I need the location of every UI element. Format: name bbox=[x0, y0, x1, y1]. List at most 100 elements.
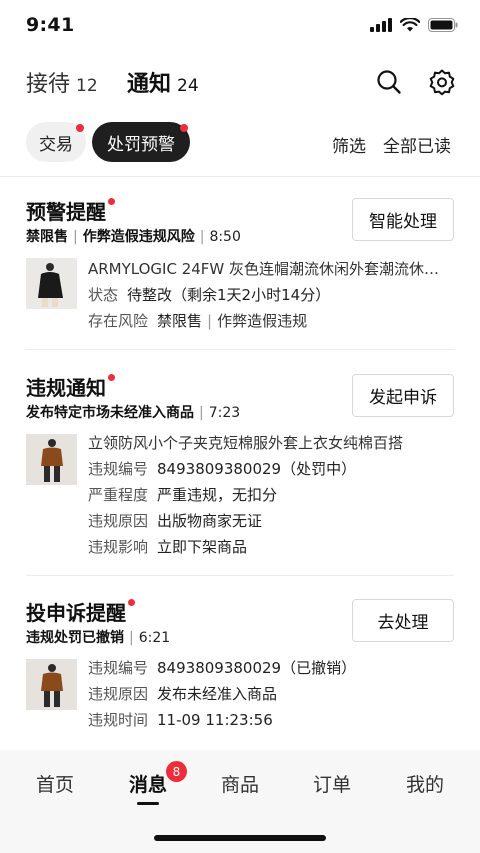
divider bbox=[26, 349, 454, 350]
wifi-icon bbox=[400, 18, 420, 32]
detail-row: 违规时间 11-09 11:23:56 bbox=[88, 709, 273, 730]
chip-label: 交易 bbox=[39, 134, 73, 155]
detail-row: 违规影响 立即下架商品 bbox=[88, 536, 247, 557]
status-row: 状态 待整改（剩余1天2小时14分） bbox=[88, 284, 330, 305]
risk-row: 存在风险 禁限售 | 作弊造假违规 bbox=[88, 310, 307, 331]
card-title-text: 预警提醒 bbox=[26, 200, 106, 224]
separator: | bbox=[207, 312, 213, 330]
separator: | bbox=[199, 229, 205, 245]
search-icon[interactable] bbox=[375, 68, 403, 96]
detail-row: 违规编号 8493809380029（处罚中） bbox=[88, 458, 356, 479]
unread-dot bbox=[76, 124, 84, 132]
status-bar: 9:41 bbox=[0, 0, 480, 52]
unread-dot bbox=[108, 198, 115, 205]
nav-profile[interactable]: 我的 bbox=[395, 770, 455, 797]
risk-label: 存在风险 bbox=[88, 312, 149, 330]
header: 接待 12 通知 24 bbox=[0, 60, 480, 106]
risk-tag: 作弊造假违规 bbox=[217, 312, 308, 330]
detail-row: 违规编号 8493809380029（已撤销） bbox=[88, 657, 356, 678]
unread-dot bbox=[128, 599, 135, 606]
row-value: 8493809380029（已撤销） bbox=[157, 659, 357, 677]
notification-card-appeal: 投申诉提醒 违规处罚已撤销 | 6:21 去处理 违规编号 8493809380029… bbox=[0, 597, 480, 747]
card-title-text: 违规通知 bbox=[26, 376, 106, 400]
row-key: 状态 bbox=[88, 286, 119, 304]
card-title: 违规通知 bbox=[26, 372, 115, 401]
home-indicator[interactable] bbox=[154, 835, 326, 841]
product-image bbox=[26, 659, 77, 710]
card-reason: 发布特定市场未经准入商品 bbox=[26, 405, 194, 421]
row-key: 违规编号 bbox=[88, 460, 149, 478]
card-time: 7:23 bbox=[208, 405, 241, 421]
row-value: 严重违规，无扣分 bbox=[157, 486, 278, 504]
row-value: 待整改（剩余1天2小时14分） bbox=[127, 286, 331, 304]
tab-label: 接待 bbox=[26, 72, 71, 97]
tab-reception[interactable]: 接待 12 bbox=[26, 66, 98, 98]
mark-all-read-button[interactable]: 全部已读 bbox=[383, 132, 451, 157]
separator: | bbox=[73, 229, 78, 245]
product-name[interactable]: 立领防风小个子夹克短棉服外套上衣女纯棉百搭 bbox=[88, 432, 450, 453]
product-image bbox=[26, 434, 77, 485]
card-title: 投申诉提醒 bbox=[26, 597, 135, 626]
card-tag: 禁限售 bbox=[26, 229, 68, 245]
handle-button[interactable]: 去处理 bbox=[352, 599, 454, 642]
status-time: 9:41 bbox=[26, 14, 75, 36]
risk-tag: 禁限售 bbox=[157, 312, 203, 330]
unread-dot bbox=[108, 374, 115, 381]
signal-icon bbox=[370, 18, 392, 32]
card-reason: 作弊造假违规风险 bbox=[82, 229, 195, 245]
card-time: 8:50 bbox=[209, 229, 241, 245]
row-value: 8493809380029（处罚中） bbox=[157, 460, 357, 478]
tab-notifications[interactable]: 通知 24 bbox=[127, 66, 199, 98]
product-thumbnail[interactable] bbox=[26, 659, 77, 710]
message-badge: 8 bbox=[166, 761, 187, 782]
nav-home[interactable]: 首页 bbox=[25, 770, 85, 797]
detail-row: 严重程度 严重违规，无扣分 bbox=[88, 484, 277, 505]
card-subtitle: 发布特定市场未经准入商品 | 7:23 bbox=[26, 402, 240, 422]
product-thumbnail[interactable] bbox=[26, 434, 77, 485]
separator: | bbox=[199, 405, 204, 421]
smart-handle-button[interactable]: 智能处理 bbox=[352, 198, 454, 241]
filter-row: 交易 处罚预警 筛选 全部已读 bbox=[0, 118, 480, 166]
card-title-text: 投申诉提醒 bbox=[26, 601, 126, 625]
nav-products[interactable]: 商品 bbox=[210, 770, 270, 797]
separator: | bbox=[129, 630, 134, 646]
detail-row: 违规原因 发布未经准入商品 bbox=[88, 683, 277, 704]
row-key: 严重程度 bbox=[88, 486, 149, 504]
row-value: 出版物商家无证 bbox=[157, 512, 263, 530]
card-subtitle: 禁限售 | 作弊造假违规风险 | 8:50 bbox=[26, 226, 241, 246]
notification-card-warning: 预警提醒 禁限售 | 作弊造假违规风险 | 8:50 智能处理 ARMYLOGIC 24… bbox=[0, 196, 480, 336]
row-key: 违规编号 bbox=[88, 659, 149, 677]
battery-icon bbox=[428, 18, 458, 32]
chip-trade[interactable]: 交易 bbox=[26, 122, 86, 162]
product-image bbox=[26, 258, 77, 309]
row-key: 违规原因 bbox=[88, 685, 149, 703]
card-reason: 违规处罚已撤销 bbox=[26, 630, 124, 646]
tab-label: 通知 bbox=[127, 72, 172, 97]
card-time: 6:21 bbox=[138, 630, 171, 646]
row-key: 违规时间 bbox=[88, 711, 149, 729]
unread-dot bbox=[180, 124, 188, 132]
gear-icon[interactable] bbox=[428, 68, 456, 96]
product-thumbnail[interactable] bbox=[26, 258, 77, 309]
card-title: 预警提醒 bbox=[26, 196, 115, 225]
detail-row: 违规原因 出版物商家无证 bbox=[88, 510, 262, 531]
nav-orders[interactable]: 订单 bbox=[302, 770, 362, 797]
row-value: 发布未经准入商品 bbox=[157, 685, 278, 703]
row-value: 11-09 11:23:56 bbox=[157, 711, 273, 729]
row-key: 违规原因 bbox=[88, 512, 149, 530]
card-subtitle: 违规处罚已撤销 | 6:21 bbox=[26, 627, 170, 647]
tab-count: 24 bbox=[177, 76, 199, 96]
chip-label: 处罚预警 bbox=[107, 134, 175, 155]
divider bbox=[0, 176, 480, 177]
row-key: 违规影响 bbox=[88, 538, 149, 556]
chip-penalty-warning[interactable]: 处罚预警 bbox=[92, 122, 190, 162]
notification-card-violation: 违规通知 发布特定市场未经准入商品 | 7:23 发起申诉 立领防风小个子夹克短棉服… bbox=[0, 372, 480, 562]
row-value: 立即下架商品 bbox=[157, 538, 248, 556]
active-tab-indicator bbox=[137, 802, 159, 805]
filter-button[interactable]: 筛选 bbox=[332, 132, 366, 157]
product-name[interactable]: ARMYLOGIC 24FW 灰色连帽潮流休闲外套潮流休闲外套 bbox=[88, 258, 450, 279]
status-icons bbox=[370, 18, 458, 32]
divider bbox=[26, 575, 454, 576]
tab-count: 12 bbox=[76, 76, 98, 96]
appeal-button[interactable]: 发起申诉 bbox=[352, 374, 454, 417]
